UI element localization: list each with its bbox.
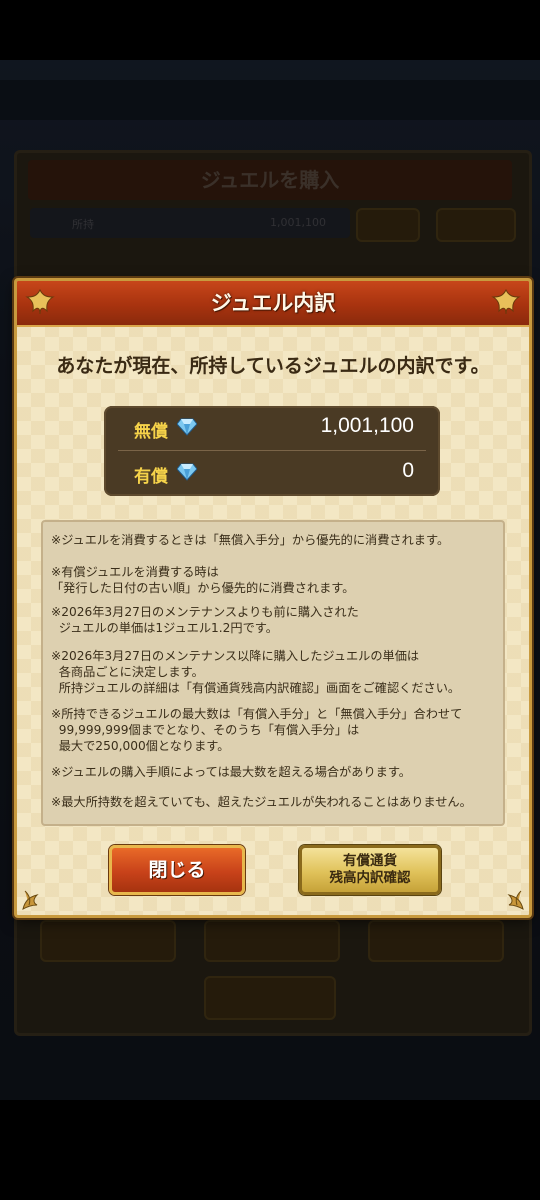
free-jewel-value: 1,001,100 xyxy=(320,414,414,437)
paid-jewel-row: 有償 0 xyxy=(104,451,440,495)
fleur-ornament-icon xyxy=(507,890,524,910)
paid-jewel-value: 0 xyxy=(402,459,414,482)
jewel-summary-box: 無償 1,001,100 有償 0 xyxy=(104,406,440,496)
notes-box: ※ジュエルを消費するときは「無償入手分」から優先的に消費されます。 ※有償ジュエ… xyxy=(41,520,505,826)
dialog-title-bar: ジュエル内訳 xyxy=(17,281,529,327)
note-text: ※所持できるジュエルの最大数は「有償入手分」と「無償入手分」合わせて 99,99… xyxy=(51,707,463,753)
note-text: ※最大所持数を超えていても、超えたジュエルが失われることはありません。 xyxy=(51,795,472,809)
note-text: ※2026年3月27日のメンテナンスよりも前に購入された ジュエルの単価は1ジュ… xyxy=(51,605,359,635)
dialog-title: ジュエル内訳 xyxy=(210,291,336,315)
jewel-breakdown-dialog: ジュエル内訳 あなたが現在、所持しているジュエルの内訳です。 無償 1,001,… xyxy=(14,278,532,918)
fleur-ornament-icon xyxy=(22,890,39,910)
note-text: ※ジュエルを消費するときは「無償入手分」から優先的に消費されます。 xyxy=(51,533,450,547)
paid-balance-confirm-button[interactable]: 有償通貨 残高内訳確認 xyxy=(299,845,441,895)
confirm-button-label-line1: 有償通貨 xyxy=(343,853,397,869)
paid-jewel-label: 有償 xyxy=(134,467,168,487)
intro-text: あなたが現在、所持しているジュエルの内訳です。 xyxy=(56,355,490,377)
note-text: ※有償ジュエルを消費する時は 「発行した日付の古い順」から優先的に消費されます。 xyxy=(51,565,355,595)
diamond-gem-icon xyxy=(177,463,197,481)
confirm-button-label-line2: 残高内訳確認 xyxy=(329,870,411,886)
fleur-ornament-icon xyxy=(491,288,521,315)
diamond-gem-icon xyxy=(177,418,197,436)
free-jewel-label: 無償 xyxy=(134,422,168,442)
free-jewel-row: 無償 1,001,100 xyxy=(104,406,440,450)
note-text: ※ジュエルの購入手順によっては最大数を超える場合があります。 xyxy=(51,765,411,779)
close-button[interactable]: 閉じる xyxy=(109,845,245,895)
note-text: ※2026年3月27日のメンテナンス以降に購入したジュエルの単価は 各商品ごとに… xyxy=(51,649,461,695)
